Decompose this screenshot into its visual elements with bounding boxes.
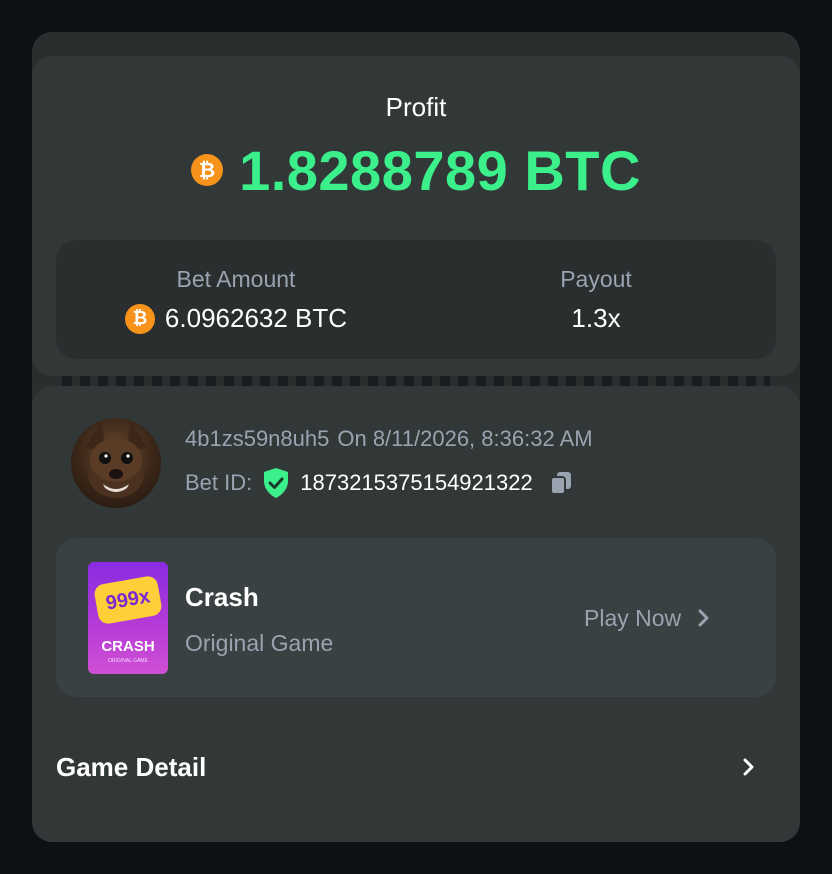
payout-value: 1.3x	[571, 303, 621, 333]
play-now-button[interactable]: Play Now	[584, 603, 711, 633]
profit-amount: 1.8288789 BTC	[239, 138, 641, 202]
bet-amount-stat: Bet Amount ₿ 6.0962632 BTC	[116, 266, 356, 334]
profit-label: Profit	[385, 92, 447, 122]
chevron-right-icon	[698, 609, 709, 627]
thumbnail-badge: 999x	[93, 574, 163, 626]
bitcoin-icon: ₿	[124, 303, 155, 334]
copy-icon[interactable]	[549, 470, 573, 496]
payout-label: Payout	[560, 266, 632, 292]
bitcoin-icon: ₿	[191, 154, 224, 186]
game-name: Crash	[185, 582, 259, 612]
bet-id-label: Bet ID:	[185, 470, 253, 495]
thumbnail-subtitle: ORIGINAL GAME	[108, 658, 148, 664]
dog-avatar-icon	[85, 422, 147, 498]
ticket-divider	[62, 376, 770, 386]
game-type: Original Game	[185, 630, 334, 656]
username[interactable]: 4b1zs59n8uh5	[185, 426, 329, 452]
payout-stat: Payout 1.3x	[476, 266, 716, 334]
shield-check-icon	[264, 468, 289, 498]
bet-amount-label: Bet Amount	[176, 266, 296, 292]
play-now-label: Play Now	[584, 604, 682, 631]
profit-amount-row: ₿ 1.8288789 BTC	[0, 138, 832, 202]
bet-timestamp: On 8/11/2026, 8:36:32 AM	[337, 426, 593, 451]
game-thumbnail[interactable]: 999x CRASH ORIGINAL GAME	[88, 562, 168, 674]
bet-amount-value-row: ₿ 6.0962632 BTC	[116, 303, 356, 334]
game-detail-row[interactable]: Game Detail	[56, 744, 776, 790]
game-detail-label: Game Detail	[56, 751, 207, 782]
bet-id-value: 1873215375154921322	[300, 470, 533, 495]
bet-id-row: Bet ID: 1873215375154921322	[185, 466, 573, 500]
thumbnail-title: CRASH	[101, 638, 155, 655]
avatar[interactable]	[71, 418, 161, 508]
bet-amount-value: 6.0962632 BTC	[164, 303, 348, 333]
bet-stats-box: Bet Amount ₿ 6.0962632 BTC Payout 1.3x	[56, 240, 776, 359]
chevron-right-icon	[743, 758, 754, 776]
bet-user-line: 4b1zs59n8uh5 On 8/11/2026, 8:36:32 AM	[185, 426, 593, 452]
